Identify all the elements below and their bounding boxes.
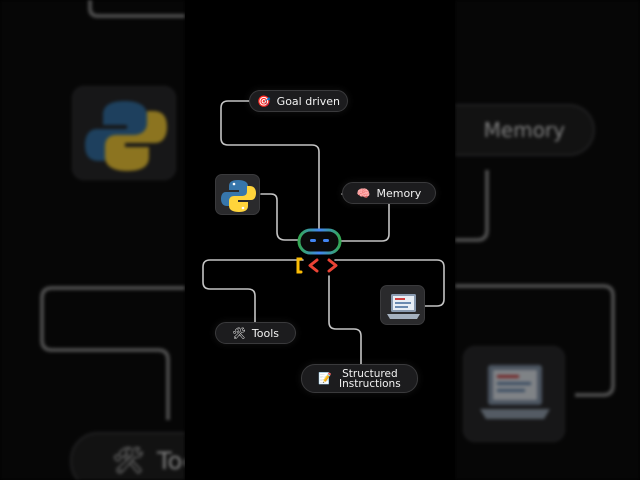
structured-label-line2: Instructions (339, 377, 401, 390)
connector-structured (328, 275, 362, 365)
target-icon: 🎯 (256, 94, 271, 108)
background-tools-icon: 🛠 (112, 446, 146, 476)
background-python-logo (85, 101, 167, 171)
tools-label: Tools (251, 326, 280, 340)
background-laptop-tile (463, 346, 565, 442)
background-python-tile (72, 86, 176, 180)
laptop-tile[interactable] (380, 285, 425, 325)
robot-code-icon (296, 228, 342, 274)
goal-driven-label: Goal driven (276, 94, 341, 108)
memory-chip[interactable]: 🧠 Memory (342, 182, 436, 204)
structured-instructions-chip[interactable]: 📝 Structured Instructions (301, 364, 418, 393)
laptop-icon (387, 294, 420, 319)
background-laptop-icon (480, 365, 550, 419)
connector-tools (202, 259, 304, 323)
agent-node[interactable] (295, 226, 345, 282)
memory-label: Memory (376, 186, 422, 200)
background-tools-chip: 🛠 Too (70, 432, 185, 480)
tools-icon: 🛠 (231, 326, 246, 340)
python-logo (221, 180, 256, 212)
tools-chip[interactable]: 🛠 Tools (215, 322, 296, 344)
center-diagram: 🎯 Goal driven 🧠 Memory 🛠 Tools 📝 Structu… (185, 0, 455, 480)
structured-label-line1: Structured (342, 367, 398, 380)
background-left-panel: 🛠 Too (0, 0, 185, 480)
goal-driven-chip[interactable]: 🎯 Goal driven (249, 90, 348, 112)
background-left-connectors (40, 0, 185, 420)
connector-python (260, 193, 300, 241)
diagram-stage: 🛠 Too Memory (0, 0, 640, 480)
brain-icon: 🧠 (356, 186, 371, 200)
memo-icon: 📝 (318, 372, 333, 385)
background-tools-label: Too (157, 447, 185, 475)
background-right-panel: Memory (455, 0, 640, 480)
structured-instructions-text: Structured Instructions (339, 367, 401, 390)
background-memory-chip: Memory (455, 104, 595, 156)
background-memory-label: Memory (483, 118, 565, 142)
python-tile[interactable] (215, 174, 260, 215)
